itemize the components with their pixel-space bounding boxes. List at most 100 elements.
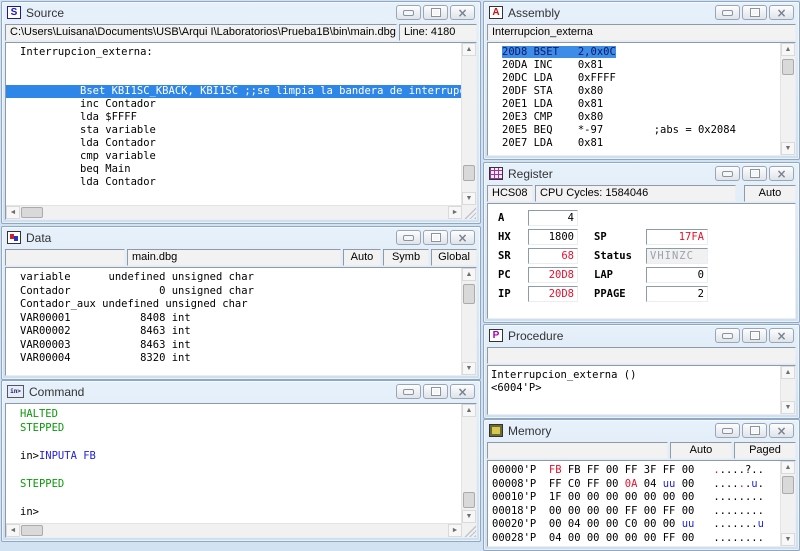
source-code-line[interactable]: inc Contador	[6, 98, 461, 111]
scroll-up-button[interactable]: ▲	[462, 404, 476, 417]
restore-button[interactable]	[742, 5, 767, 20]
source-code-line[interactable]	[6, 59, 461, 72]
scroll-right-button[interactable]: ►	[448, 206, 462, 219]
source-code-line[interactable]: Bset KBI1SC_KBACK, KBI1SC ;;se limpia la…	[6, 85, 461, 98]
scrollbar-thumb[interactable]	[463, 492, 475, 508]
scroll-up-button[interactable]: ▲	[462, 268, 476, 281]
minimize-button[interactable]	[396, 5, 421, 20]
data-row[interactable]: variable undefined unsigned char	[6, 271, 461, 285]
resize-grip[interactable]	[462, 205, 476, 219]
restore-button[interactable]	[742, 166, 767, 181]
assembly-line[interactable]: 20E1 LDA 0x81	[488, 98, 780, 111]
scroll-down-button[interactable]: ▼	[462, 362, 476, 375]
assembly-line[interactable]: 20E7 LDA 0x81	[488, 137, 780, 150]
close-button[interactable]: ×	[769, 423, 794, 438]
scroll-down-button[interactable]: ▼	[462, 192, 476, 205]
register-value[interactable]: 17FA	[646, 229, 708, 245]
scroll-left-button[interactable]: ◄	[6, 206, 20, 219]
minimize-button[interactable]	[396, 230, 421, 245]
assembly-line[interactable]: 20E3 CMP 0x80	[488, 111, 780, 124]
assembly-titlebar[interactable]: A Assembly ×	[484, 2, 799, 23]
close-button[interactable]: ×	[450, 230, 475, 245]
data-row[interactable]: VAR00003 8463 int	[6, 339, 461, 353]
restore-button[interactable]	[742, 328, 767, 343]
register-value[interactable]: 2	[646, 286, 708, 302]
scroll-down-button[interactable]: ▼	[781, 533, 795, 546]
close-button[interactable]: ×	[769, 166, 794, 181]
register-value[interactable]: 4	[528, 210, 578, 226]
scrollbar-thumb[interactable]	[782, 476, 794, 494]
memory-auto-button[interactable]: Auto	[670, 442, 732, 459]
data-symb-button[interactable]: Symb	[383, 249, 429, 266]
scroll-up-button[interactable]: ▲	[462, 43, 476, 56]
scrollbar-thumb[interactable]	[782, 59, 794, 75]
close-button[interactable]: ×	[769, 5, 794, 20]
scrollbar-thumb[interactable]	[463, 165, 475, 181]
register-value[interactable]: 68	[528, 248, 578, 264]
scrollbar-thumb[interactable]	[463, 284, 475, 304]
minimize-button[interactable]	[715, 166, 740, 181]
restore-button[interactable]	[423, 230, 448, 245]
scroll-up-button[interactable]: ▲	[781, 366, 795, 379]
register-auto-button[interactable]: Auto	[744, 185, 796, 202]
scroll-down-button[interactable]: ▼	[781, 401, 795, 414]
data-row[interactable]: VAR00001 8408 int	[6, 312, 461, 326]
data-auto-button[interactable]: Auto	[343, 249, 381, 266]
assembly-code-area[interactable]: 20D8 BSET 2,0x0C20DA INC 0x8120DC LDA 0x…	[487, 42, 796, 156]
memory-row[interactable]: 00000'P FB FB FF 00 FF 3F FF 00 .....?..	[488, 464, 780, 478]
scroll-down-button[interactable]: ▼	[781, 142, 795, 155]
data-filter-input[interactable]	[5, 249, 125, 266]
assembly-context-input[interactable]: Interrupcion_externa	[487, 24, 796, 41]
horizontal-scrollbar[interactable]: ◄ ►	[6, 205, 462, 219]
vertical-scrollbar[interactable]: ▲ ▼	[461, 268, 476, 375]
source-code-line[interactable]: Interrupcion_externa:	[6, 46, 461, 59]
data-global-button[interactable]: Global	[431, 249, 477, 266]
assembly-line[interactable]: 20DF STA 0x80	[488, 85, 780, 98]
scroll-down-button[interactable]: ▼	[462, 510, 476, 523]
scroll-left-button[interactable]: ◄	[6, 524, 20, 537]
procedure-filter-input[interactable]	[487, 347, 796, 364]
restore-button[interactable]	[423, 5, 448, 20]
register-value[interactable]: 1800	[528, 229, 578, 245]
close-button[interactable]: ×	[450, 5, 475, 20]
resize-grip[interactable]	[462, 523, 476, 537]
scrollbar-thumb[interactable]	[21, 525, 43, 536]
assembly-line[interactable]: 20E5 BEQ *-97 ;abs = 0x2084	[488, 124, 780, 137]
procedure-list-area[interactable]: Interrupcion_externa () <6004'P> ▲ ▼	[487, 365, 796, 415]
scroll-right-button[interactable]: ►	[448, 524, 462, 537]
close-button[interactable]: ×	[450, 384, 475, 399]
vertical-scrollbar[interactable]: ▲ ▼	[780, 461, 795, 546]
memory-paged-button[interactable]: Paged	[734, 442, 796, 459]
source-code-line[interactable]: lda $FFFF	[6, 111, 461, 124]
data-row[interactable]: VAR00002 8463 int	[6, 325, 461, 339]
data-titlebar[interactable]: Data ×	[2, 227, 480, 248]
scrollbar-thumb[interactable]	[21, 207, 43, 218]
register-value[interactable]: 0	[646, 267, 708, 283]
assembly-line[interactable]: 20DA INC 0x81	[488, 59, 780, 72]
scroll-up-button[interactable]: ▲	[781, 43, 795, 56]
vertical-scrollbar[interactable]: ▲ ▼	[780, 43, 795, 155]
memory-address-input[interactable]	[487, 442, 668, 459]
source-code-line[interactable]: cmp variable	[6, 150, 461, 163]
source-code-area[interactable]: Interrupcion_externa: Bset KBI1SC_KBACK, …	[5, 42, 477, 220]
assembly-line[interactable]: 20DC LDA 0xFFFF	[488, 72, 780, 85]
memory-dump-area[interactable]: 00000'P FB FB FF 00 FF 3F FF 00 .....?..…	[487, 460, 796, 547]
register-value[interactable]: 20D8	[528, 286, 578, 302]
vertical-scrollbar[interactable]: ▲ ▼	[780, 366, 795, 414]
memory-row[interactable]: 00020'P 00 04 00 00 C0 00 00 uu .......u	[488, 518, 780, 532]
close-button[interactable]: ×	[769, 328, 794, 343]
register-value[interactable]: VHINZC	[646, 248, 708, 264]
horizontal-scrollbar[interactable]: ◄ ►	[6, 523, 462, 537]
data-row[interactable]: Contador_aux undefined unsigned char	[6, 298, 461, 312]
data-row[interactable]: Contador 0 unsigned char	[6, 285, 461, 299]
procedure-entry[interactable]: <6004'P>	[488, 382, 780, 395]
minimize-button[interactable]	[715, 5, 740, 20]
source-code-line[interactable]: beq Main	[6, 163, 461, 176]
minimize-button[interactable]	[396, 384, 421, 399]
register-value[interactable]: 20D8	[528, 267, 578, 283]
source-code-line[interactable]: lda Contador	[6, 176, 461, 189]
memory-row[interactable]: 00008'P FF C0 FF 00 0A 04 uu 00 ......u.	[488, 478, 780, 492]
restore-button[interactable]	[742, 423, 767, 438]
memory-row[interactable]: 00018'P 00 00 00 00 FF 00 FF 00 ........	[488, 505, 780, 519]
procedure-titlebar[interactable]: P Procedure ×	[484, 325, 799, 346]
